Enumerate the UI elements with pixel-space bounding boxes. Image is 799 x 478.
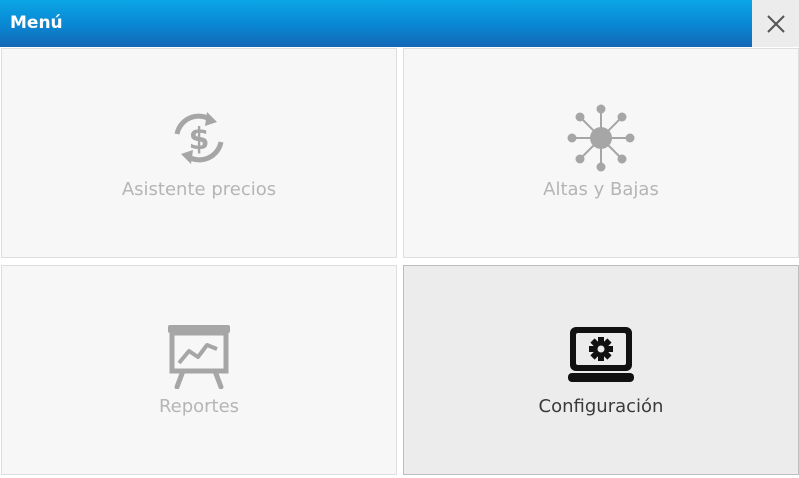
menu-tile-altas-y-bajas[interactable]: Altas y Bajas	[403, 48, 799, 258]
menu-tile-configuracion[interactable]: Configuración	[403, 265, 799, 475]
close-icon	[766, 14, 785, 33]
menu-tile-label: Altas y Bajas	[543, 179, 659, 200]
price-cycle-icon: $	[165, 104, 233, 172]
window-title: Menú	[10, 13, 63, 33]
menu-tile-label: Asistente precios	[121, 179, 277, 200]
menu-tile-reportes[interactable]: Reportes	[1, 265, 397, 475]
svg-text:$: $	[189, 122, 210, 157]
menu-tile-label: Reportes	[158, 396, 240, 417]
menu-window: Menú $ Asistente precios Altas y Bajas R…	[0, 0, 799, 478]
network-hub-icon	[567, 104, 635, 172]
close-button[interactable]	[752, 0, 799, 47]
laptop-gear-icon	[567, 321, 635, 389]
menu-tile-label: Configuración	[538, 396, 664, 417]
menu-tile-asistente-precios[interactable]: $ Asistente precios	[1, 48, 397, 258]
titlebar: Menú	[0, 0, 799, 47]
presentation-board-icon	[165, 321, 233, 389]
